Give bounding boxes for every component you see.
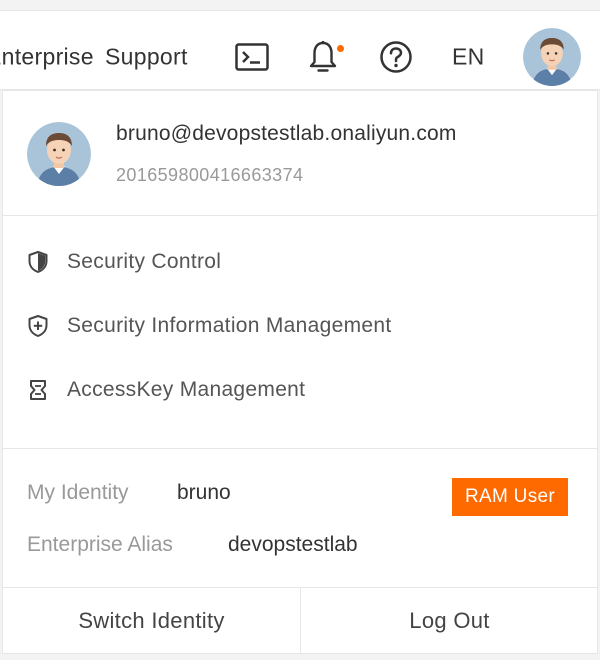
bell-icon[interactable] (306, 39, 340, 75)
shield-plus-icon (27, 315, 49, 337)
menu-item-security-control[interactable]: Security Control (3, 232, 597, 292)
nav-support-link[interactable]: Support (105, 44, 188, 71)
shield-icon (27, 251, 49, 273)
account-dropdown-panel: bruno@devopstestlab.onaliyun.com 2016598… (2, 90, 598, 654)
menu-item-label: AccessKey Management (67, 378, 306, 401)
enterprise-alias-label: Enterprise Alias (27, 533, 173, 556)
my-identity-label: My Identity (27, 481, 129, 504)
notification-dot (337, 45, 344, 52)
language-selector[interactable]: EN (452, 44, 485, 71)
my-identity-value: bruno (177, 481, 231, 504)
account-id: 201659800416663374 (116, 165, 304, 185)
menu-item-label: Security Information Management (67, 314, 392, 337)
nav-enterprise-link[interactable]: Enterprise (0, 44, 94, 71)
status-badge: RAM User (452, 478, 568, 516)
menu-item-accesskey-management[interactable]: AccessKey Management (3, 360, 597, 420)
key-icon (27, 379, 49, 401)
menu-item-security-information-management[interactable]: Security Information Management (3, 296, 597, 356)
menu-item-label: Security Control (67, 250, 222, 273)
section-divider (3, 215, 597, 216)
section-divider (3, 448, 597, 449)
user-email: bruno@devopstestlab.onaliyun.com (116, 122, 457, 145)
terminal-icon[interactable] (234, 42, 270, 72)
switch-identity-button[interactable]: Switch Identity (3, 588, 300, 654)
log-out-button[interactable]: Log Out (301, 588, 598, 654)
enterprise-alias-value: devopstestlab (228, 533, 358, 556)
top-navigation-bar: Enterprise Support EN (0, 10, 600, 90)
avatar[interactable] (523, 28, 581, 86)
help-icon[interactable] (378, 39, 414, 75)
avatar (27, 122, 91, 186)
